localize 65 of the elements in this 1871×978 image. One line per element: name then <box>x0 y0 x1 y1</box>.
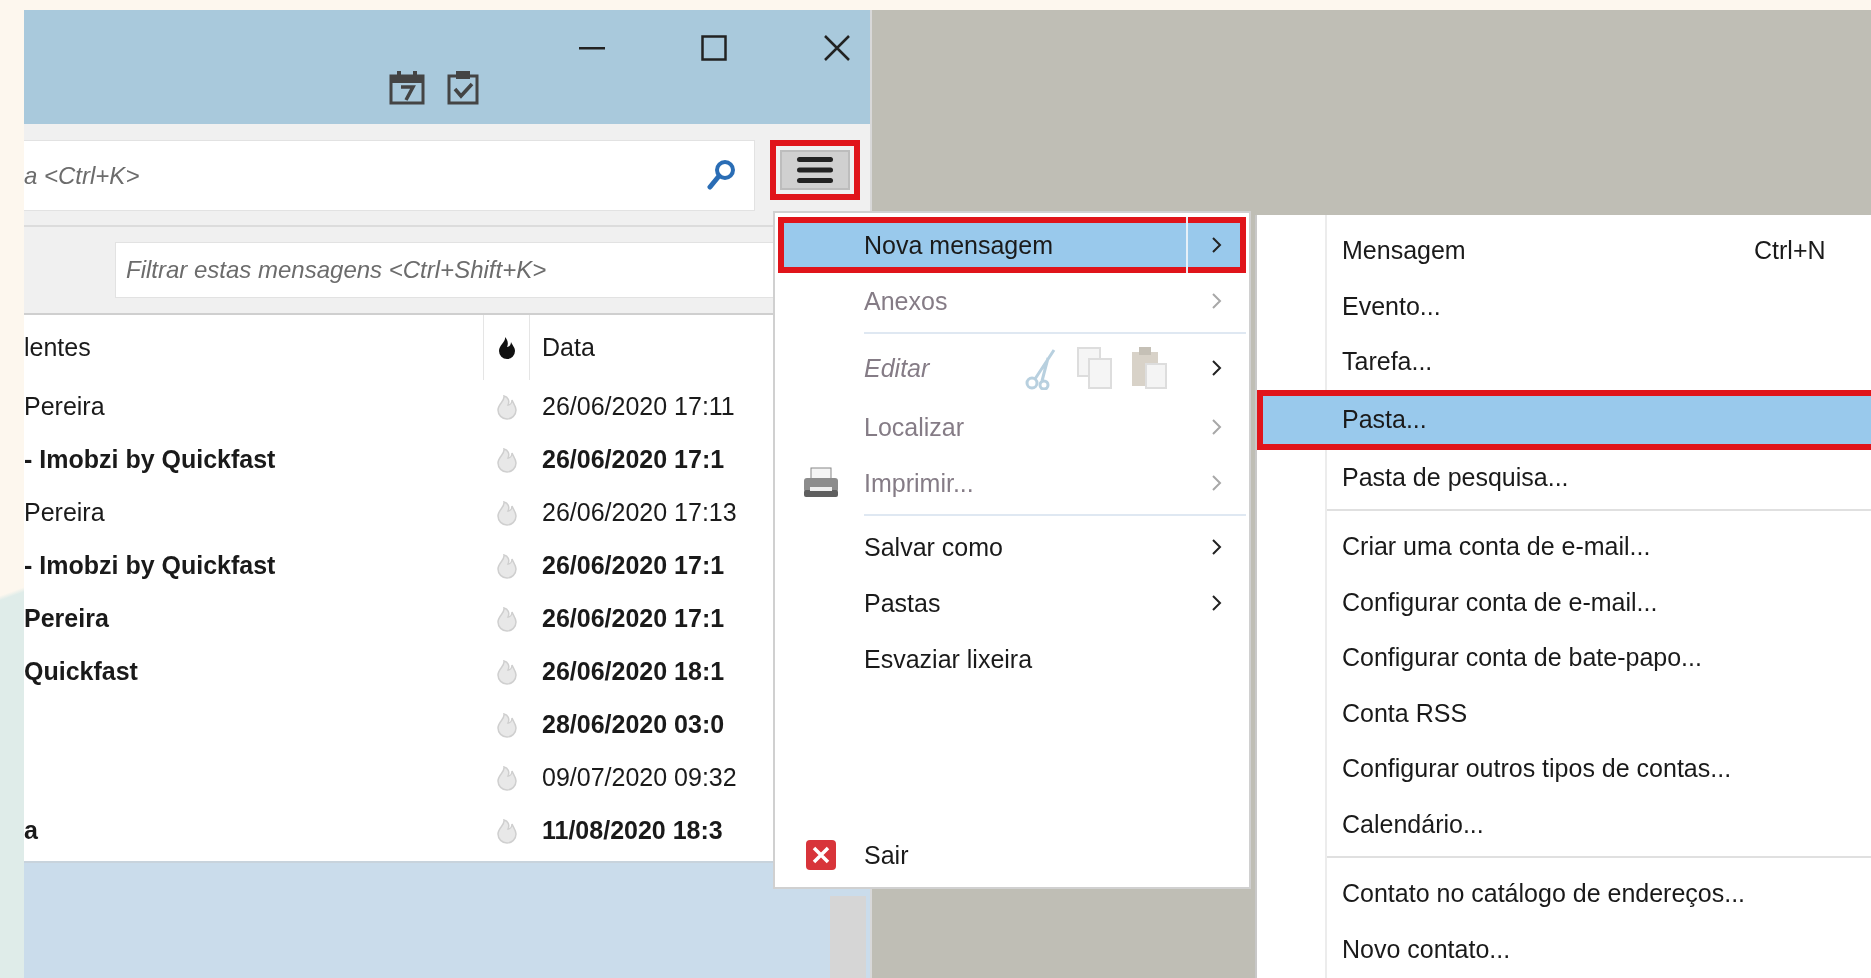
menu-item[interactable]: Configurar conta de bate-papo... <box>1257 630 1871 686</box>
maximize-icon[interactable] <box>701 35 727 61</box>
chevron-icon <box>1211 474 1223 492</box>
date-cell: 28/06/2020 03:0 <box>542 710 725 738</box>
menu-item[interactable]: Pasta... <box>1257 389 1871 450</box>
menu-item[interactable]: Configurar conta de e-mail... <box>1257 574 1871 630</box>
sender-cell: a <box>24 816 38 844</box>
thread-icon <box>495 393 518 420</box>
menu-item[interactable]: Criar uma conta de e-mail... <box>1257 519 1871 575</box>
sender-cell: Quickfast <box>24 657 138 685</box>
thread-icon <box>495 446 518 473</box>
chevron-icon <box>1211 538 1223 556</box>
column-header[interactable]: Data <box>542 333 595 362</box>
date-cell: 26/06/2020 17:1 <box>542 445 725 473</box>
menu-item[interactable]: Novo contato... <box>1257 921 1871 977</box>
date-cell: 26/06/2020 17:13 <box>542 498 737 526</box>
date-cell: 26/06/2020 17:1 <box>542 551 725 579</box>
chevron-icon <box>1211 236 1223 254</box>
search-field[interactable]: a <Ctrl+K> <box>24 140 755 211</box>
calendar-icon[interactable] <box>388 70 426 106</box>
sender-cell: Pereira <box>24 498 105 526</box>
menu-item[interactable]: Conta RSS <box>1257 685 1871 741</box>
menu-item[interactable]: Salvar como <box>778 519 1246 575</box>
sender-cell: Pereira <box>24 604 109 632</box>
task-icon[interactable] <box>446 70 480 106</box>
thread-icon <box>495 552 518 579</box>
menu-button[interactable] <box>770 140 860 200</box>
menu-item[interactable]: Contato no catálogo de endereços... <box>1257 866 1871 922</box>
sender-cell: Pereira <box>24 392 105 420</box>
thread-icon <box>495 499 518 526</box>
thread-icon <box>495 817 518 844</box>
sender-cell: - Imobzi by Quickfast <box>24 551 276 579</box>
menu-icon <box>796 155 834 185</box>
flame-icon[interactable] <box>496 335 517 360</box>
shortcut-text: Ctrl+N <box>1754 236 1826 266</box>
menu-item[interactable]: Pasta de pesquisa... <box>1257 449 1871 505</box>
menu-item[interactable]: Mensagem Ctrl+N <box>1257 223 1871 279</box>
thread-icon <box>495 605 518 632</box>
menu-item[interactable]: Esvaziar lixeira <box>778 631 1246 687</box>
menu-item[interactable]: Calendário... <box>1257 796 1871 852</box>
printer-icon <box>802 466 840 500</box>
thread-icon <box>495 658 518 685</box>
chevron-icon <box>1211 418 1223 436</box>
menu-item[interactable]: Nova mensagem <box>778 217 1246 273</box>
close-icon[interactable] <box>823 34 851 62</box>
thread-icon <box>495 711 518 738</box>
chevron-icon <box>1211 594 1223 612</box>
menu-item[interactable]: Pastas <box>778 575 1246 631</box>
date-cell: 26/06/2020 17:1 <box>542 604 725 632</box>
chevron-icon <box>1211 359 1223 377</box>
minimize-icon[interactable] <box>579 46 605 50</box>
sender-cell: - Imobzi by Quickfast <box>24 445 276 473</box>
menu-item[interactable]: Tarefa... <box>1257 334 1871 390</box>
chevron-icon <box>1211 292 1223 310</box>
column-header[interactable]: lentes <box>24 333 91 362</box>
menu-item[interactable]: Evento... <box>1257 278 1871 334</box>
date-cell: 26/06/2020 18:1 <box>542 657 725 685</box>
close-icon <box>805 839 837 871</box>
date-cell: 09/07/2020 09:32 <box>542 763 737 791</box>
search-icon[interactable] <box>707 159 737 191</box>
menu-item[interactable]: Sair <box>778 827 1246 883</box>
date-cell: 11/08/2020 18:3 <box>542 816 723 844</box>
menu-item[interactable]: Configurar outros tipos de contas... <box>1257 741 1871 797</box>
date-cell: 26/06/2020 17:11 <box>542 392 735 420</box>
thread-icon <box>495 764 518 791</box>
